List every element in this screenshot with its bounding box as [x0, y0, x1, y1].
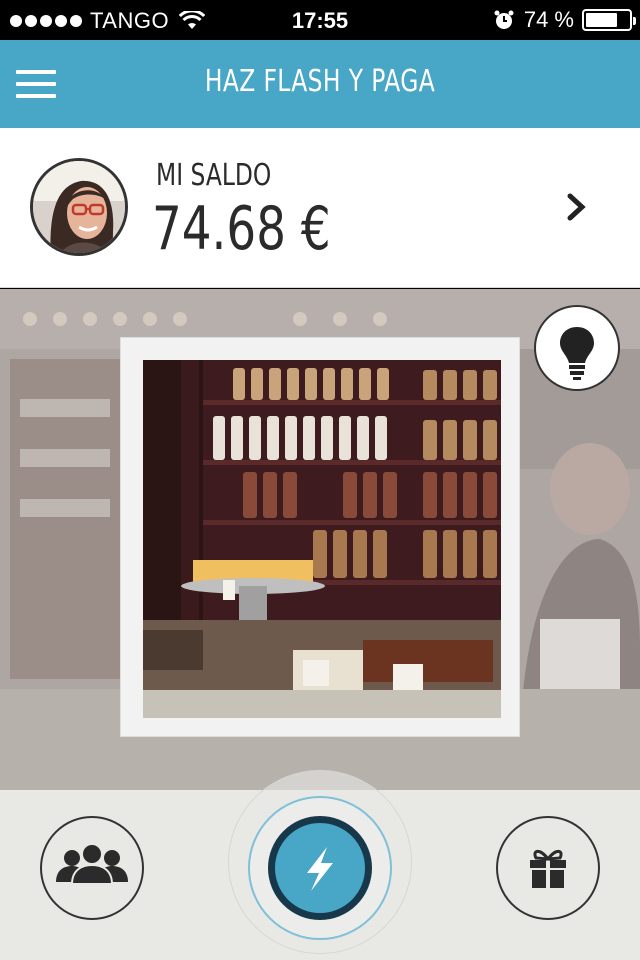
chevron-right-icon[interactable] — [566, 192, 588, 222]
battery-icon — [582, 9, 636, 31]
flashlight-button[interactable] — [534, 305, 620, 391]
battery-percent: 74 % — [523, 7, 574, 32]
lightbulb-icon — [560, 327, 594, 380]
gift-button[interactable] — [496, 816, 600, 920]
battery-level — [586, 13, 618, 27]
status-right: 74 % — [494, 7, 636, 33]
nav-bar: HAZ FLASH Y PAGA — [0, 40, 640, 128]
scan-target-frame — [120, 337, 520, 737]
balance-label: MI SALDO — [156, 158, 272, 193]
shop-photo-image — [143, 360, 501, 718]
bakery-shop-photo — [143, 360, 501, 718]
gift-icon — [530, 849, 566, 888]
camera-viewfinder — [0, 289, 640, 790]
hamburger-menu-icon[interactable] — [16, 70, 56, 98]
avatar — [30, 158, 128, 256]
status-bar: TANGO 17:55 74 % — [0, 0, 640, 40]
page-title: HAZ FLASH Y PAGA — [204, 64, 436, 99]
balance-amount: 74.68 € — [152, 194, 331, 264]
balance-card[interactable]: MI SALDO 74.68 € — [0, 128, 640, 288]
flash-icon — [307, 847, 333, 891]
group-icon — [56, 843, 128, 885]
alarm-icon — [494, 10, 514, 29]
flash-pay-button[interactable] — [268, 816, 372, 920]
avatar-image — [33, 161, 125, 253]
friends-button[interactable] — [40, 816, 144, 920]
